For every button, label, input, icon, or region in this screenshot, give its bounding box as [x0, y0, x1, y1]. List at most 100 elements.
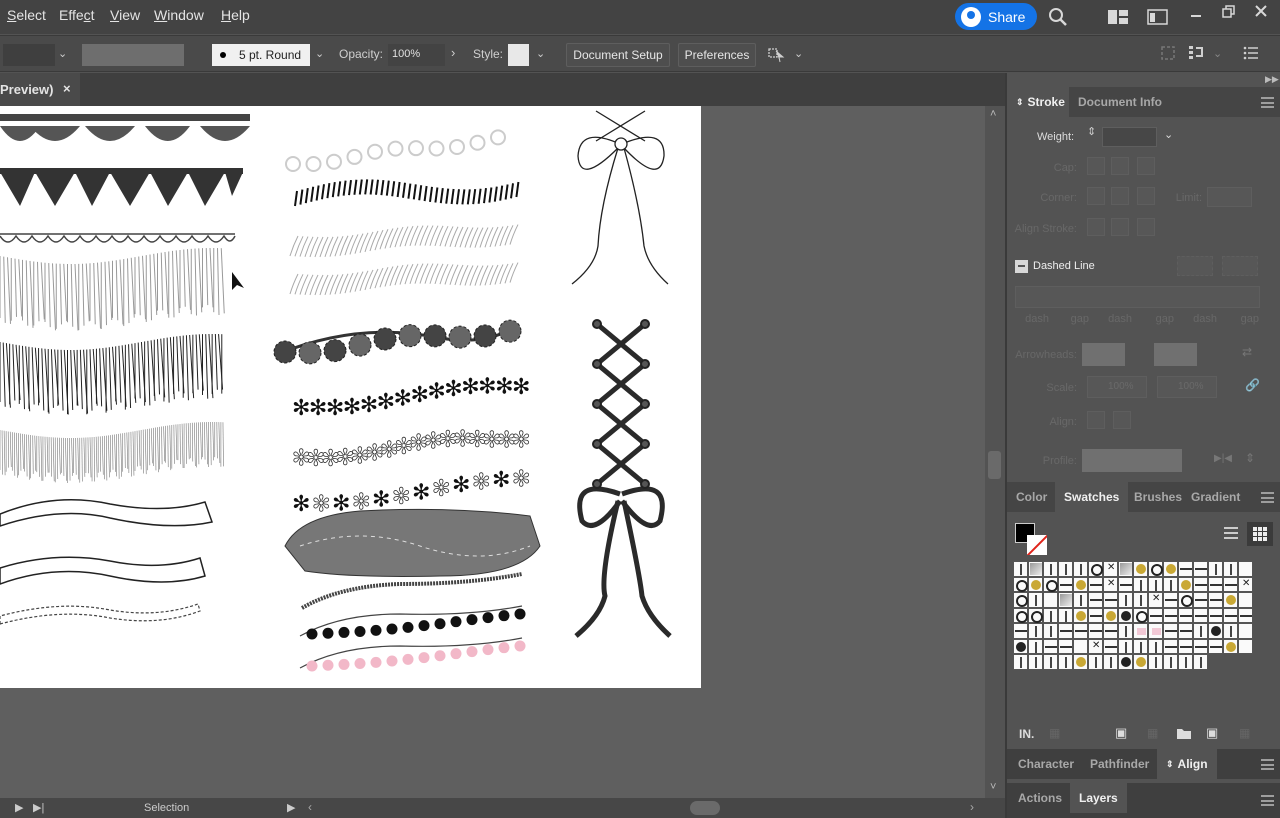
swatch[interactable]: [1223, 638, 1238, 654]
swatch[interactable]: [1118, 638, 1133, 654]
vertical-scrollbar[interactable]: ˄ ˅: [985, 106, 1005, 798]
swatch[interactable]: [1043, 576, 1058, 592]
swatch[interactable]: [1148, 592, 1163, 608]
scalloped-lace-border[interactable]: [0, 114, 250, 141]
swatch[interactable]: [1208, 592, 1223, 608]
swatch[interactable]: [1118, 561, 1133, 577]
panel-menu-list-icon[interactable]: [1243, 45, 1259, 61]
light-fringe[interactable]: [0, 247, 225, 331]
restore-icon[interactable]: [1221, 4, 1237, 20]
swatch[interactable]: [1088, 576, 1103, 592]
share-button[interactable]: Share: [955, 3, 1037, 30]
swatch[interactable]: [1193, 576, 1208, 592]
weight-stepper[interactable]: ⇕: [1087, 125, 1096, 138]
flip-along-icon[interactable]: ▶|◀: [1214, 453, 1232, 464]
limit-input[interactable]: [1207, 187, 1252, 207]
start-scale-input[interactable]: 100%: [1087, 376, 1147, 398]
swatch[interactable]: [1208, 638, 1223, 654]
transform-icon[interactable]: [1160, 45, 1176, 61]
swatch[interactable]: [1043, 592, 1058, 608]
panel-menu-icon[interactable]: [1261, 795, 1274, 806]
swatch[interactable]: [1178, 654, 1193, 670]
butt-cap-button[interactable]: [1087, 157, 1105, 175]
document-setup-button[interactable]: Document Setup: [566, 43, 670, 67]
align-inside-button[interactable]: [1111, 218, 1129, 236]
swatch[interactable]: [1193, 592, 1208, 608]
swatch[interactable]: [1103, 561, 1118, 577]
swatch[interactable]: [1223, 623, 1238, 639]
swatch[interactable]: [1073, 623, 1088, 639]
swatch[interactable]: [1088, 561, 1103, 577]
preserve-dash-button[interactable]: [1177, 256, 1213, 276]
projecting-cap-button[interactable]: [1137, 157, 1155, 175]
swatch[interactable]: [1223, 561, 1238, 577]
swatch[interactable]: [1193, 623, 1208, 639]
swatch[interactable]: [1238, 592, 1253, 608]
swatch[interactable]: [1133, 576, 1148, 592]
swatch[interactable]: [1058, 592, 1073, 608]
miter-join-button[interactable]: [1087, 187, 1105, 205]
swatch[interactable]: [1208, 561, 1223, 577]
scroll-left-icon[interactable]: ‹: [308, 800, 312, 814]
swatch[interactable]: [1043, 607, 1058, 623]
swatch[interactable]: [1058, 576, 1073, 592]
close-icon[interactable]: [1254, 4, 1268, 18]
panel-menu-icon[interactable]: [1261, 759, 1274, 770]
swatch[interactable]: [1103, 576, 1118, 592]
outline-flower-chain[interactable]: ✻✻✻✻✻✻✻✻✻✻✻✻✻✻✻✻: [292, 426, 531, 471]
swatch[interactable]: [1013, 654, 1028, 670]
swatch[interactable]: [1178, 638, 1193, 654]
swatch[interactable]: [1223, 592, 1238, 608]
swatch[interactable]: [1058, 561, 1073, 577]
swatch[interactable]: [1028, 638, 1043, 654]
swatch[interactable]: [1028, 576, 1043, 592]
swatch[interactable]: [1013, 592, 1028, 608]
swatch[interactable]: [1133, 623, 1148, 639]
panel-menu-icon[interactable]: [1261, 97, 1274, 108]
close-tab-icon[interactable]: ×: [63, 81, 71, 96]
arrow-tip-at-end-button[interactable]: [1113, 411, 1131, 429]
collapse-panels-icon[interactable]: ▶▶: [1265, 74, 1279, 85]
arrow-tip-beyond-button[interactable]: [1087, 411, 1105, 429]
swatch[interactable]: [1178, 576, 1193, 592]
eyelash-fringe-dark[interactable]: [294, 179, 520, 207]
swatch[interactable]: [1073, 592, 1088, 608]
link-scale-icon[interactable]: 🔗: [1245, 378, 1260, 392]
chevron-down-icon[interactable]: ⌄: [794, 47, 803, 60]
swatch[interactable]: [1088, 623, 1103, 639]
arrange-documents-icon[interactable]: [1107, 9, 1129, 25]
swatch[interactable]: [1193, 607, 1208, 623]
swatch[interactable]: [1193, 654, 1208, 670]
swatch[interactable]: [1043, 623, 1058, 639]
menu-window[interactable]: Window: [154, 7, 204, 23]
chevron-down-icon[interactable]: ⌄: [536, 47, 545, 60]
swatch[interactable]: [1013, 561, 1028, 577]
swatch[interactable]: [1043, 638, 1058, 654]
show-swatch-kinds-icon[interactable]: ▣: [1115, 725, 1127, 741]
end-scale-input[interactable]: 100%: [1157, 376, 1217, 398]
canvas[interactable]: ✻ ✻ ✻ ✻ ✻ ✻ ✻ ✻ ✻ ✻ ✻ ✻ ✻ ✻ ✻ ✻ ✻ ✻ ✻ ✻ ✻ ✻ ✻ ✻ ✻ ✻ ✻ ✻ ✻ ✻ ✻ ✻ ✻ ✻ ✻ ✻ ✻ ✻…: [0, 106, 985, 798]
swatch[interactable]: [1178, 607, 1193, 623]
swatch[interactable]: [1238, 623, 1253, 639]
swatch[interactable]: [1028, 592, 1043, 608]
weight-dropdown-icon[interactable]: ⌄: [1164, 128, 1173, 141]
swatch[interactable]: [1118, 623, 1133, 639]
swatch[interactable]: [1043, 561, 1058, 577]
swatch[interactable]: [1133, 592, 1148, 608]
flower-garland[interactable]: [273, 319, 522, 365]
swatch[interactable]: [1163, 592, 1178, 608]
tab-document-info[interactable]: Document Info: [1069, 87, 1171, 117]
align-options-icon[interactable]: [1188, 44, 1206, 62]
swatch[interactable]: [1163, 638, 1178, 654]
preferences-button[interactable]: Preferences: [678, 43, 756, 67]
swatch[interactable]: [1103, 623, 1118, 639]
swatch[interactable]: [1238, 607, 1253, 623]
lace-circles[interactable]: [285, 129, 506, 173]
tab-gradient[interactable]: Gradient: [1182, 482, 1249, 512]
swatch[interactable]: [1133, 638, 1148, 654]
black-pompom-trim[interactable]: [299, 605, 526, 640]
dash-gap-inputs[interactable]: [1015, 286, 1260, 308]
tab-align[interactable]: ⇕ Align: [1157, 749, 1217, 779]
swatch[interactable]: [1178, 623, 1193, 639]
swatch[interactable]: [1163, 623, 1178, 639]
